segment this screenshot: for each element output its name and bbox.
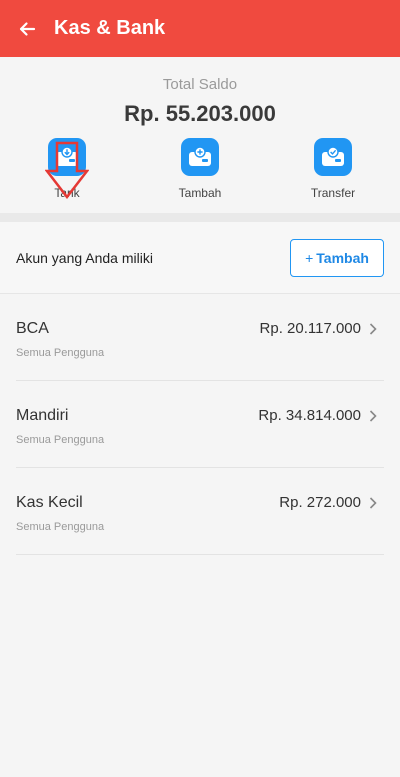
plus-icon: + — [305, 250, 314, 266]
balance-summary: Total Saldo Rp. 55.203.000 Tarik Tambah — [0, 57, 400, 212]
arrow-left-icon — [19, 21, 36, 36]
account-name: BCA — [16, 320, 49, 337]
add-account-label: Tambah — [316, 250, 369, 266]
account-balance: Rp. 20.117.000 — [259, 320, 361, 337]
chevron-right-icon — [369, 410, 377, 422]
account-access: Semua Pengguna — [16, 347, 105, 359]
account-access: Semua Pengguna — [16, 434, 105, 446]
transfer-label: Transfer — [310, 186, 356, 200]
add-funds-label: Tambah — [178, 186, 222, 200]
transfer-button[interactable]: Transfer — [293, 138, 373, 200]
wallet-add-icon — [181, 138, 219, 176]
add-account-button[interactable]: + Tambah — [290, 239, 384, 277]
annotation-arrow-icon — [45, 141, 89, 199]
account-access: Semua Pengguna — [16, 521, 105, 533]
app-bar: Kas & Bank — [0, 0, 400, 57]
add-funds-button[interactable]: Tambah — [160, 138, 240, 200]
wallet-transfer-icon — [314, 138, 352, 176]
row-divider — [16, 554, 384, 555]
total-balance-value: Rp. 55.203.000 — [124, 101, 276, 126]
accounts-header: Akun yang Anda miliki + Tambah — [0, 222, 400, 294]
accounts-title: Akun yang Anda miliki — [16, 250, 153, 266]
account-row-bca[interactable]: BCA Semua Pengguna Rp. 20.117.000 — [0, 294, 400, 381]
account-row-mandiri[interactable]: Mandiri Semua Pengguna Rp. 34.814.000 — [0, 381, 400, 468]
total-balance-label: Total Saldo — [162, 76, 238, 93]
account-balance: Rp. 34.814.000 — [258, 407, 361, 424]
back-button[interactable] — [0, 0, 54, 57]
account-name: Mandiri — [16, 407, 69, 424]
account-name: Kas Kecil — [16, 494, 83, 511]
account-balance: Rp. 272.000 — [279, 494, 361, 511]
chevron-right-icon — [369, 323, 377, 335]
chevron-right-icon — [369, 497, 377, 509]
page-title: Kas & Bank — [54, 17, 166, 39]
section-divider — [0, 213, 400, 222]
account-row-kas-kecil[interactable]: Kas Kecil Semua Pengguna Rp. 272.000 — [0, 468, 400, 555]
